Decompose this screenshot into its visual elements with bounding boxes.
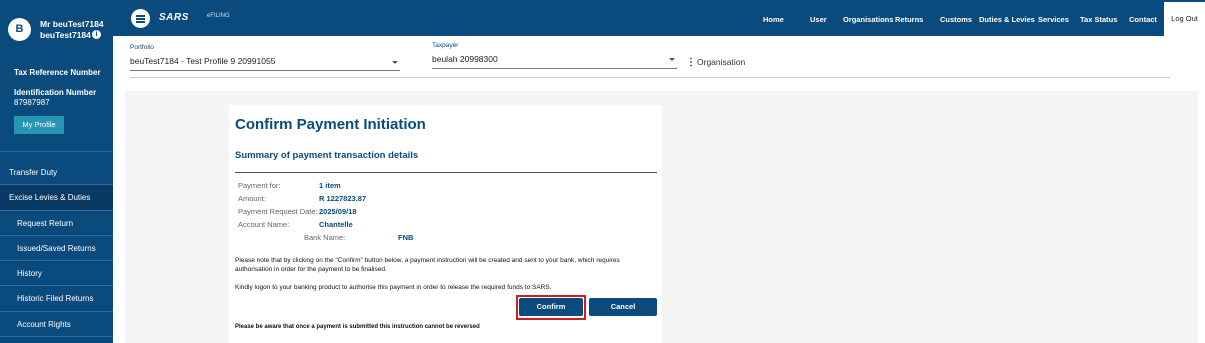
request-date-value: 2025/09/18 xyxy=(319,207,357,216)
nav-contact[interactable]: Contact xyxy=(1129,15,1157,24)
amount-value: R 1227823.87 xyxy=(319,194,367,203)
top-navbar: SARS eFILING Home User Organisations Ret… xyxy=(113,0,1205,36)
portfolio-label: Portfolio xyxy=(130,44,154,51)
nav-organisations[interactable]: Organisations xyxy=(843,15,893,24)
nav-services[interactable]: Services xyxy=(1038,15,1069,24)
request-date-label: Payment Request Date: xyxy=(238,207,318,216)
nav-user[interactable]: User xyxy=(810,15,827,24)
sidebar-item-history[interactable]: History xyxy=(0,261,113,287)
user-block: B Mr beuTest7184 beuTest7184 i xyxy=(0,0,113,55)
menu-icon[interactable] xyxy=(131,9,150,28)
organisation-label[interactable]: Organisation xyxy=(697,57,745,67)
authorise-note: Kindly logon to your banking product to … xyxy=(235,284,552,291)
bank-name-label: Bank Name: xyxy=(304,233,346,242)
cancel-button[interactable]: Cancel xyxy=(589,298,657,316)
nav-duties-levies[interactable]: Duties & Levies xyxy=(979,15,1035,24)
sidebar-item-account-rights[interactable]: Account Rights xyxy=(0,312,113,338)
efiling-logo: eFILING xyxy=(207,13,230,19)
amount-label: Amount: xyxy=(238,194,266,203)
sars-logo[interactable]: SARS xyxy=(159,12,189,23)
sidebar-item-transfer-duty[interactable]: Transfer Duty xyxy=(0,160,113,186)
irreversible-warning: Please be aware that once a payment is s… xyxy=(235,324,480,330)
sidebar-menu: Transfer Duty Excise Levies & Duties Req… xyxy=(0,160,113,338)
bank-name-value: FNB xyxy=(398,233,414,242)
nav-home[interactable]: Home xyxy=(763,15,784,24)
tax-ref-label: Tax Reference Number xyxy=(14,68,101,77)
confirm-button[interactable]: Confirm xyxy=(519,298,583,316)
portfolio-chevron-down-icon[interactable] xyxy=(392,61,398,64)
sidebar-divider xyxy=(0,151,113,152)
user-name: Mr beuTest7184 xyxy=(40,19,104,29)
taxpayer-chevron-down-icon[interactable] xyxy=(669,58,675,61)
avatar[interactable]: B xyxy=(8,18,31,41)
nav-customs[interactable]: Customs xyxy=(940,15,972,24)
taxpayer-label: Taxpayer xyxy=(432,42,459,49)
logout-button[interactable]: Log Out xyxy=(1164,2,1205,36)
sidebar-item-historic-filed-returns[interactable]: Historic Filed Returns xyxy=(0,286,113,312)
sidebar-item-excise-levies-duties[interactable]: Excise Levies & Duties xyxy=(0,185,113,211)
info-icon[interactable]: i xyxy=(92,30,101,39)
user-login: beuTest7184 xyxy=(40,30,91,40)
section-divider xyxy=(235,172,657,173)
nav-returns[interactable]: Returns xyxy=(895,15,923,24)
id-label: Identification Number xyxy=(14,88,97,97)
selector-divider xyxy=(130,77,1170,78)
account-name-label: Account Name: xyxy=(238,220,290,229)
sidebar-item-issued-saved-returns[interactable]: Issued/Saved Returns xyxy=(0,236,113,262)
portfolio-select[interactable]: beuTest7184 - Test Profile 9 20991055 xyxy=(130,56,275,66)
section-subtitle: Summary of payment transaction details xyxy=(235,150,419,161)
sidebar-item-request-return[interactable]: Request Return xyxy=(0,211,113,236)
taxpayer-underline xyxy=(432,68,677,69)
page-title: Confirm Payment Initiation xyxy=(235,116,426,133)
confirm-note: Please note that by clicking on the "Con… xyxy=(235,257,620,273)
taxpayer-select[interactable]: beulah 20998300 xyxy=(432,54,498,64)
payment-confirm-card: Confirm Payment Initiation Summary of pa… xyxy=(229,105,662,343)
account-name-value: Chantelle xyxy=(319,220,353,229)
id-value: 87987987 xyxy=(14,98,50,107)
my-profile-button[interactable]: My Profile xyxy=(14,116,64,134)
portfolio-underline xyxy=(130,70,400,71)
more-options-icon[interactable]: ⋮ xyxy=(686,57,696,68)
payment-for-label: Payment for: xyxy=(238,181,281,190)
payment-for-value: 1 item xyxy=(319,181,341,190)
nav-tax-status[interactable]: Tax Status xyxy=(1080,15,1117,24)
sidebar: B Mr beuTest7184 beuTest7184 i Tax Refer… xyxy=(0,0,113,343)
